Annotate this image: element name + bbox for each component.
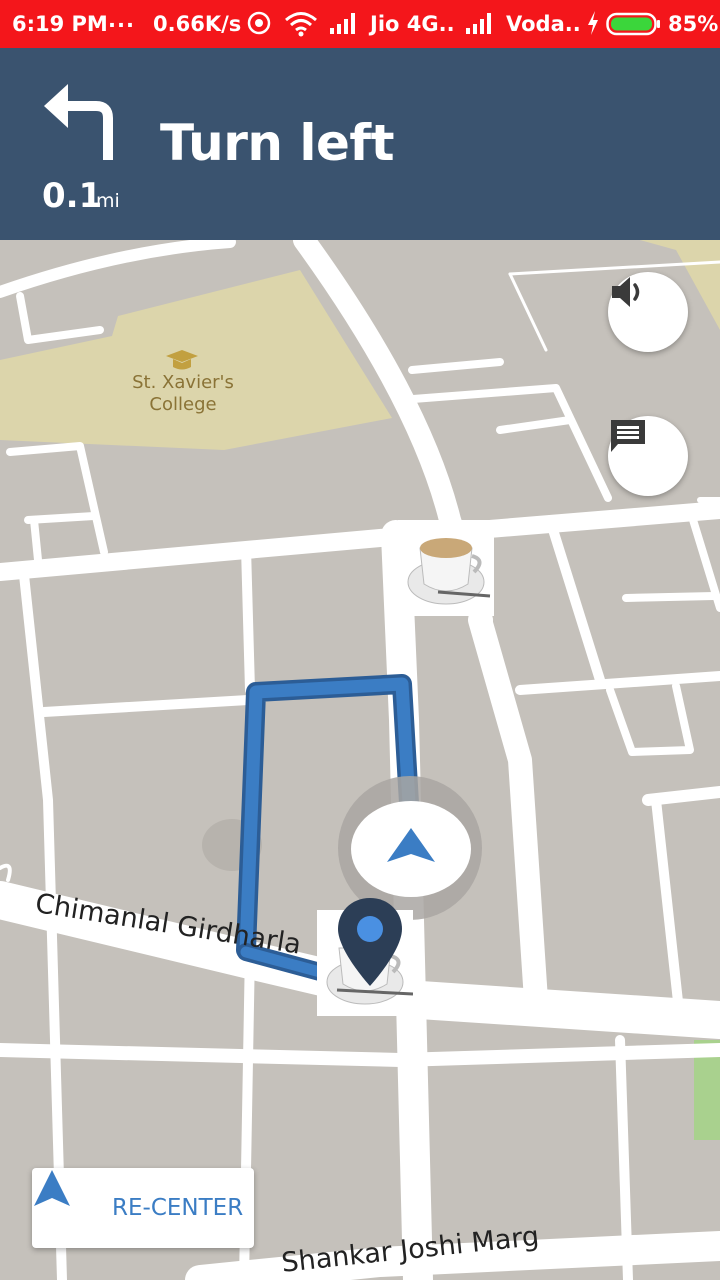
map-view[interactable]: St. Xavier's College Chimanlal Girdharla… [0, 240, 720, 1280]
turn-left-arrow-icon [44, 84, 113, 160]
navigation-arrow-icon [34, 1170, 70, 1206]
map-canvas [0, 240, 720, 1280]
status-carrier-1: Jio 4G.. [370, 12, 455, 36]
coffee-cup-icon[interactable] [398, 520, 494, 616]
distance-unit: mi [96, 190, 120, 212]
signal-icon-1 [330, 13, 355, 34]
status-carrier-2: Voda.. [506, 12, 581, 36]
status-more-dots: ... [108, 8, 135, 32]
recenter-label: RE-CENTER [112, 1195, 244, 1221]
hotspot-icon [247, 11, 271, 35]
distance-value: 0.1 [42, 176, 103, 216]
signal-icon-2 [466, 13, 491, 34]
status-bar: 6:19 PM ... 0.66K/s Jio 4G.. Voda.. 85% [0, 0, 720, 48]
volume-icon [612, 277, 640, 307]
recenter-button[interactable]: RE-CENTER [32, 1168, 254, 1248]
status-battery-percent: 85% [668, 12, 719, 36]
turn-instruction: Turn left [160, 114, 395, 172]
college-label: St. Xavier's College [132, 372, 234, 415]
destination-pin-icon [338, 898, 402, 986]
battery-icon [606, 12, 660, 36]
charging-icon [588, 11, 598, 35]
status-time: 6:19 PM [12, 12, 108, 36]
message-button[interactable] [608, 416, 688, 496]
status-network-speed: 0.66K/s [153, 12, 242, 36]
wifi-icon [285, 12, 317, 37]
navigation-header: 0.1 mi Turn left [0, 48, 720, 240]
message-icon [611, 420, 645, 452]
sound-toggle-button[interactable] [608, 272, 688, 352]
